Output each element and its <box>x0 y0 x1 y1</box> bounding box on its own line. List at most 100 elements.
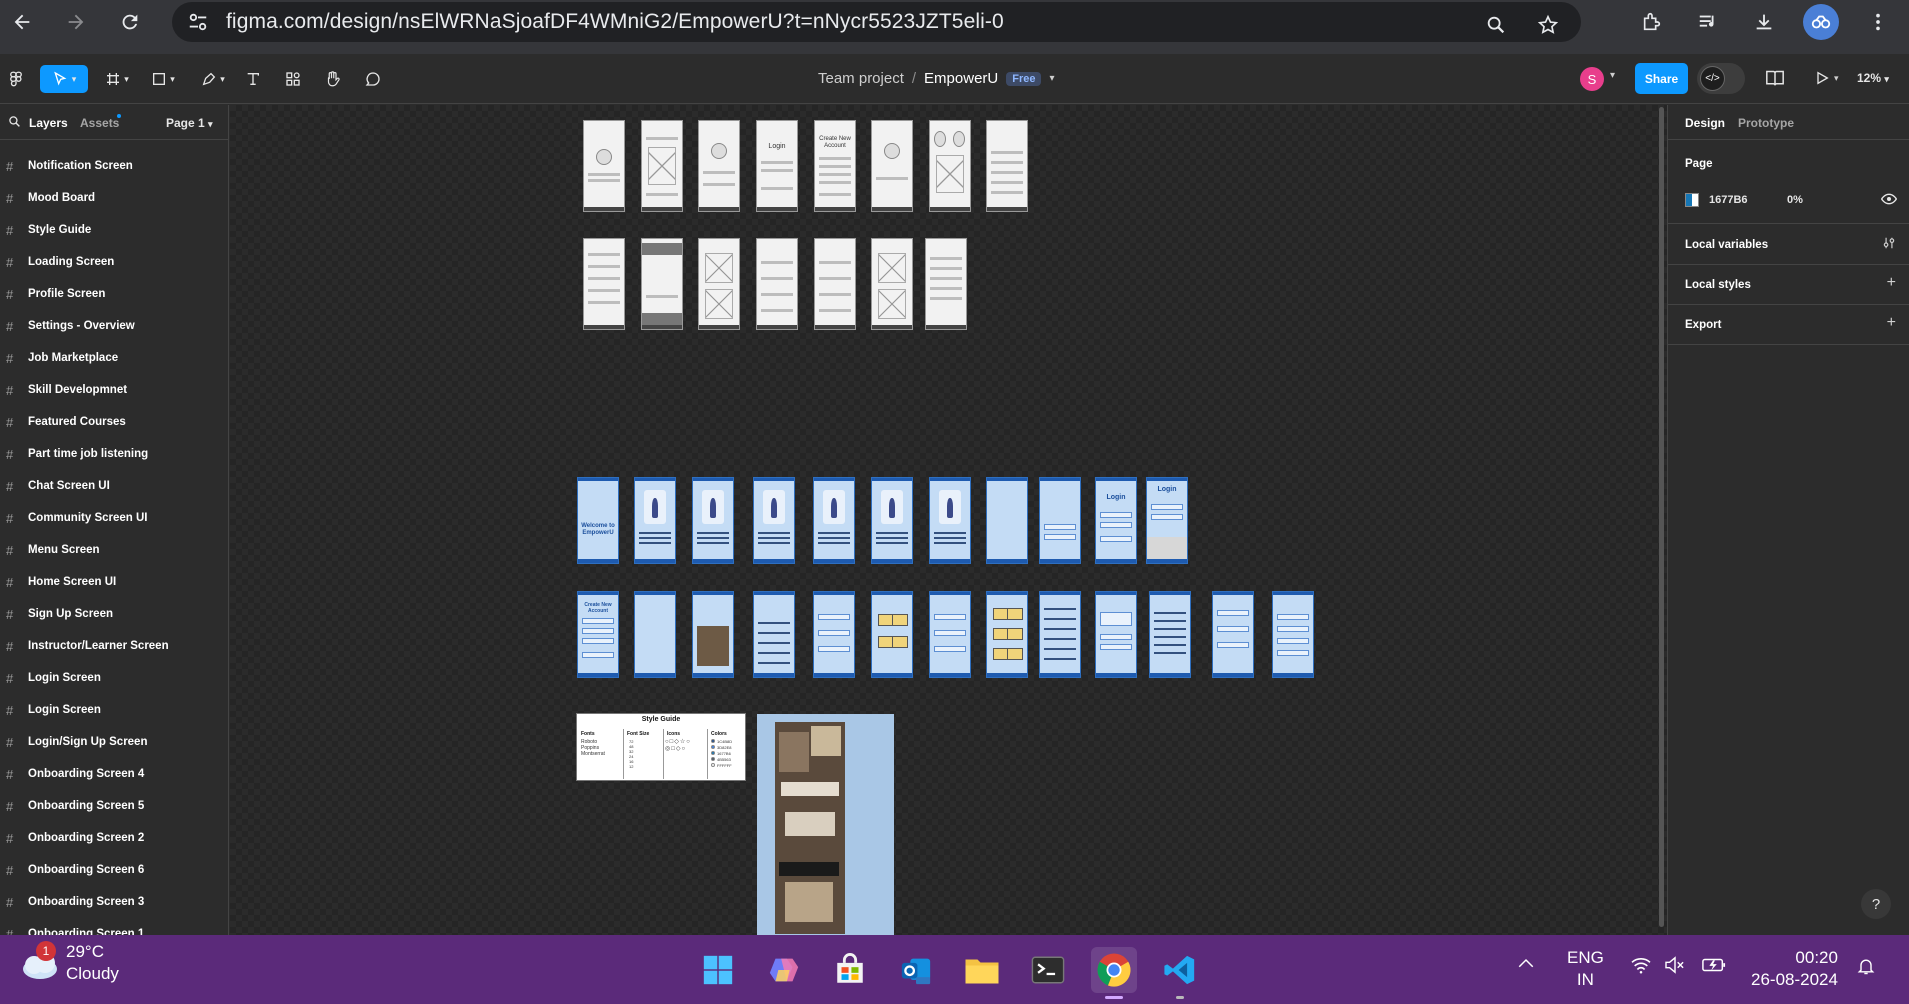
wireframe-login-frame[interactable]: Login <box>756 120 798 212</box>
wireframe-frame[interactable] <box>698 120 740 212</box>
team-name[interactable]: Team project <box>818 70 904 87</box>
tab-prototype[interactable]: Prototype <box>1738 116 1794 130</box>
onboarding-frame[interactable] <box>753 477 795 564</box>
layer-item[interactable]: # Login/Sign Up Screen <box>0 726 229 758</box>
layer-item[interactable]: # Style Guide <box>0 214 229 246</box>
file-menu-chevron-icon[interactable]: ▾ <box>1049 73 1054 84</box>
wireframe-frame[interactable] <box>583 120 625 212</box>
canvas-scrollbar[interactable] <box>1659 107 1664 927</box>
layer-item[interactable]: # Onboarding Screen 4 <box>0 758 229 790</box>
wireframe-frame[interactable] <box>986 120 1028 212</box>
terminal-icon[interactable] <box>1025 947 1071 993</box>
layer-item[interactable]: # Loading Screen <box>0 246 229 278</box>
media-control-icon[interactable] <box>1691 5 1725 39</box>
layer-item[interactable]: # Login Screen <box>0 662 229 694</box>
layer-item[interactable]: # Login Screen <box>0 694 229 726</box>
search-icon[interactable] <box>8 115 21 131</box>
layer-item[interactable]: # Mood Board <box>0 182 229 214</box>
move-tool-icon[interactable]: ▾ <box>40 65 88 93</box>
eye-icon[interactable] <box>1880 192 1898 211</box>
login-signup-frame[interactable] <box>1039 477 1081 564</box>
microsoft-store-icon[interactable] <box>827 947 873 993</box>
style-guide-frame[interactable]: Style Guide Fonts Roboto Poppins Montser… <box>576 713 746 781</box>
local-variables-section[interactable]: Local variables <box>1668 225 1909 265</box>
layer-item[interactable]: # Onboarding Screen 6 <box>0 854 229 886</box>
address-bar[interactable]: figma.com/design/nsElWRNaSjoafDF4WMniG2/… <box>172 2 1581 42</box>
language-indicator[interactable]: ENG IN <box>1567 947 1604 991</box>
wireframe-frame[interactable] <box>814 238 856 330</box>
vscode-icon[interactable] <box>1157 947 1203 999</box>
weather-widget[interactable]: 1 29°C Cloudy <box>18 941 119 985</box>
onboarding-frame[interactable] <box>634 477 676 564</box>
pen-tool-icon[interactable]: ▾ <box>196 65 230 93</box>
resources-tool-icon[interactable] <box>282 65 304 93</box>
show-hidden-icons-chevron-icon[interactable] <box>1517 955 1535 975</box>
download-icon[interactable] <box>1747 5 1781 39</box>
community-frame[interactable] <box>813 591 855 678</box>
url-text[interactable]: figma.com/design/nsElWRNaSjoafDF4WMniG2/… <box>226 10 1004 34</box>
file-explorer-icon[interactable] <box>959 947 1005 993</box>
layer-item[interactable]: # Onboarding Screen 2 <box>0 822 229 854</box>
wireframe-frame[interactable] <box>925 238 967 330</box>
reload-icon[interactable] <box>110 2 150 42</box>
frame-tool-icon[interactable]: ▾ <box>100 65 134 93</box>
wifi-icon[interactable] <box>1630 956 1652 979</box>
chrome-icon[interactable] <box>1091 947 1137 999</box>
add-style-plus-icon[interactable]: + <box>1887 274 1896 292</box>
layer-item[interactable]: # Sign Up Screen <box>0 598 229 630</box>
site-settings-icon[interactable] <box>178 2 218 42</box>
chat-frame[interactable] <box>871 591 913 678</box>
tab-design[interactable]: Design <box>1685 116 1725 130</box>
dev-mode-toggle[interactable]: </> <box>1697 63 1745 94</box>
main-menu-icon[interactable] <box>2 65 30 93</box>
onboarding-frame[interactable] <box>813 477 855 564</box>
wireframe-signup-frame[interactable]: Create New Account <box>814 120 856 212</box>
extensions-icon[interactable] <box>1635 5 1669 39</box>
login-frame[interactable]: Login <box>1095 477 1137 564</box>
page-color-hex[interactable]: 1677B6 <box>1709 194 1748 206</box>
home-screen-frame[interactable] <box>692 591 734 678</box>
layer-item[interactable]: # Chat Screen UI <box>0 470 229 502</box>
notification-frame[interactable] <box>1272 591 1314 678</box>
settings-frame[interactable] <box>1149 591 1191 678</box>
variables-settings-icon[interactable] <box>1882 235 1896 256</box>
layer-item[interactable]: # Notification Screen <box>0 150 229 182</box>
signup-frame[interactable]: Create New Account <box>577 591 619 678</box>
loading-frame[interactable] <box>986 477 1028 564</box>
layer-item[interactable]: # Settings - Overview <box>0 310 229 342</box>
back-icon[interactable] <box>2 2 42 42</box>
share-button[interactable]: Share <box>1635 63 1688 94</box>
text-tool-icon[interactable] <box>242 65 264 93</box>
courses-frame[interactable] <box>986 591 1028 678</box>
multiplayer-chevron-icon[interactable]: ▾ <box>1610 70 1615 81</box>
layer-item[interactable]: # Skill Developmnet <box>0 374 229 406</box>
bookmark-star-icon[interactable] <box>1531 8 1565 42</box>
instructor-learner-frame[interactable] <box>634 591 676 678</box>
tab-layers[interactable]: Layers <box>29 116 68 130</box>
profile-avatar-icon[interactable] <box>1803 4 1839 40</box>
layer-item[interactable]: # Onboarding Screen 3 <box>0 886 229 918</box>
onboarding-frame[interactable] <box>871 477 913 564</box>
wireframe-frame[interactable] <box>756 238 798 330</box>
onboarding-frame[interactable] <box>692 477 734 564</box>
page-color-swatch[interactable] <box>1685 193 1699 207</box>
notification-bell-icon[interactable] <box>1856 955 1876 982</box>
wireframe-frame[interactable] <box>871 238 913 330</box>
layer-item[interactable]: # Instructor/Learner Screen <box>0 630 229 662</box>
job-marketplace-frame[interactable] <box>1095 591 1137 678</box>
tab-assets[interactable]: Assets <box>80 116 119 130</box>
zoom-icon[interactable] <box>1479 8 1513 42</box>
avatar[interactable]: S <box>1580 67 1604 91</box>
mood-board-frame[interactable] <box>757 714 894 935</box>
menu-frame[interactable] <box>753 591 795 678</box>
page-selector[interactable]: Page 1 ▾ <box>166 116 213 130</box>
hand-tool-icon[interactable] <box>322 65 344 93</box>
layer-item[interactable]: # Job Marketplace <box>0 342 229 374</box>
layer-item[interactable]: # Onboarding Screen 5 <box>0 790 229 822</box>
skill-frame[interactable] <box>1039 591 1081 678</box>
menu-kebab-icon[interactable] <box>1861 5 1895 39</box>
layer-item[interactable]: # Menu Screen <box>0 534 229 566</box>
page-opacity[interactable]: 0% <box>1787 194 1803 206</box>
clock[interactable]: 00:20 26-08-2024 <box>1751 947 1838 991</box>
design-canvas[interactable]: Login Create New Account Welcome to Empo… <box>230 105 1667 935</box>
